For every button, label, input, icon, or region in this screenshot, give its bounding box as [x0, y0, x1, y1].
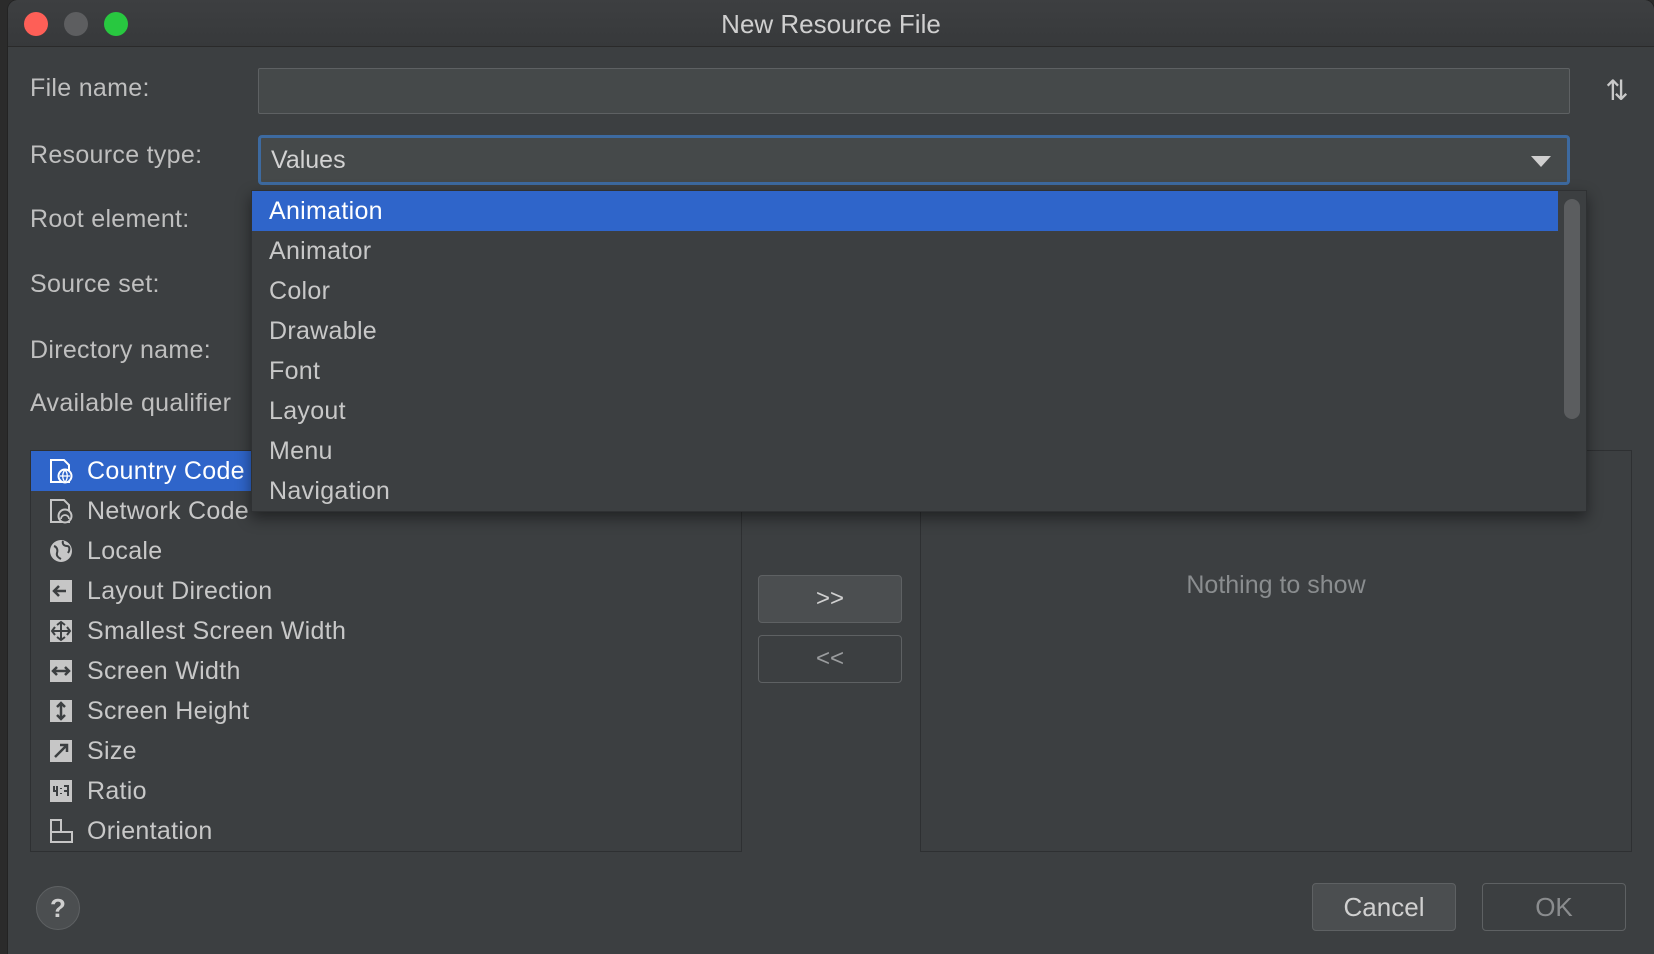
qualifier-item-orientation[interactable]: Orientation [31, 811, 741, 851]
dropdown-scrollbar[interactable] [1564, 199, 1580, 419]
dropdown-item-animation[interactable]: Animation [252, 191, 1558, 231]
dropdown-item-layout[interactable]: Layout [252, 391, 1558, 431]
orientation-icon [48, 818, 74, 844]
window-title: New Resource File [721, 9, 941, 39]
size-icon [48, 738, 74, 764]
dropdown-item-menu[interactable]: Menu [252, 431, 1558, 471]
qualifier-item-screen-width[interactable]: Screen Width [31, 651, 741, 691]
available-qualifiers-label: Available qualifier [30, 389, 232, 417]
resource-type-label: Resource type: [30, 141, 203, 169]
chevron-down-icon [1531, 156, 1551, 167]
qualifier-label: Screen Height [87, 697, 250, 725]
cancel-button[interactable]: Cancel [1312, 883, 1456, 931]
qualifier-item-size[interactable]: Size [31, 731, 741, 771]
country-code-icon [48, 458, 74, 484]
smallest-screen-width-icon [48, 618, 74, 644]
directory-name-label: Directory name: [30, 336, 211, 364]
add-qualifier-button[interactable]: >> [758, 575, 902, 623]
qualifier-label: Ratio [87, 777, 147, 805]
empty-state-text: Nothing to show [1186, 571, 1366, 599]
screen-width-icon [48, 658, 74, 684]
ok-button[interactable]: OK [1482, 883, 1626, 931]
source-set-label: Source set: [30, 270, 160, 298]
file-name-input[interactable] [258, 68, 1570, 114]
globe-icon [48, 538, 74, 564]
dropdown-item-drawable[interactable]: Drawable [252, 311, 1558, 351]
qualifier-item-screen-height[interactable]: Screen Height [31, 691, 741, 731]
sort-order-icon[interactable]: ⇅ [1598, 72, 1636, 110]
qualifier-label: Smallest Screen Width [87, 617, 347, 645]
qualifier-label: Network Code [87, 497, 249, 525]
file-name-label: File name: [30, 74, 150, 102]
qualifier-label: Screen Width [87, 657, 241, 685]
dropdown-item-font[interactable]: Font [252, 351, 1558, 391]
qualifier-item-smallest-screen-width[interactable]: Smallest Screen Width [31, 611, 741, 651]
layout-direction-icon [48, 578, 74, 604]
qualifier-item-layout-direction[interactable]: Layout Direction [31, 571, 741, 611]
dropdown-item-animator[interactable]: Animator [252, 231, 1558, 271]
qualifier-item-locale[interactable]: Locale [31, 531, 741, 571]
qualifier-label: Locale [87, 537, 163, 565]
resource-type-dropdown[interactable]: Animation Animator Color Drawable Font L… [251, 190, 1587, 512]
dropdown-item-color[interactable]: Color [252, 271, 1558, 311]
remove-qualifier-button[interactable]: << [758, 635, 902, 683]
qualifier-item-ratio[interactable]: Ratio [31, 771, 741, 811]
dropdown-item-navigation[interactable]: Navigation [252, 471, 1558, 511]
help-button[interactable]: ? [36, 886, 80, 930]
qualifier-label: Orientation [87, 817, 213, 845]
qualifier-label: Country Code [87, 457, 245, 485]
title-bar: New Resource File [8, 0, 1654, 47]
root-element-label: Root element: [30, 205, 190, 233]
screen-height-icon [48, 698, 74, 724]
dialog-window: New Resource File File name: ⇅ Resource … [8, 0, 1654, 954]
resource-type-value: Values [271, 146, 346, 174]
resource-type-combobox[interactable]: Values [258, 135, 1570, 185]
network-code-icon [48, 498, 74, 524]
qualifier-label: Layout Direction [87, 577, 273, 605]
ratio-icon [48, 778, 74, 804]
qualifier-label: Size [87, 737, 137, 765]
